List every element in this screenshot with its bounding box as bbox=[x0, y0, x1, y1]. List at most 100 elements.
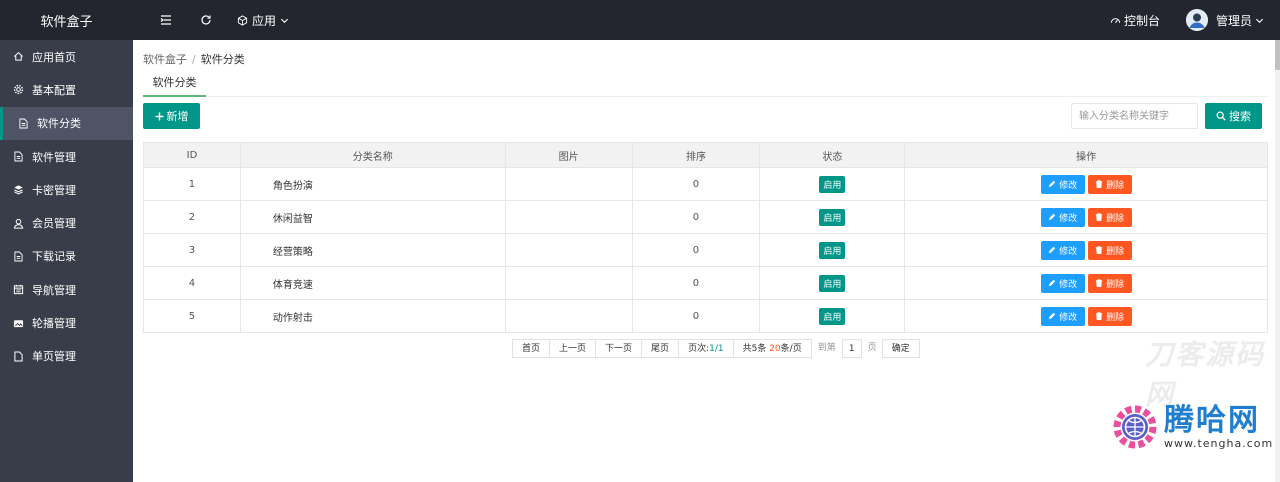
scrollbar-thumb[interactable] bbox=[1275, 40, 1280, 70]
column-header-id: ID bbox=[143, 142, 241, 168]
user-menu[interactable]: 管理员 bbox=[1216, 12, 1264, 29]
pencil-icon bbox=[1048, 312, 1056, 320]
status-badge[interactable]: 启用 bbox=[819, 307, 846, 325]
cell-actions: 修改 删除 bbox=[904, 266, 1268, 300]
sidebar-item-single-page[interactable]: 单页管理 bbox=[0, 340, 133, 373]
sidebar-item-label: 基本配置 bbox=[32, 83, 76, 97]
gear-globe-icon bbox=[1113, 405, 1157, 449]
cell-name: 体育竞速 bbox=[239, 266, 506, 300]
sidebar-item-config[interactable]: 基本配置 bbox=[0, 73, 133, 106]
edit-button[interactable]: 修改 bbox=[1040, 273, 1085, 293]
sidebar-item-navigation[interactable]: 导航管理 bbox=[0, 273, 133, 306]
sidebar-item-downloads[interactable]: 下载记录 bbox=[0, 240, 133, 273]
cell-status: 启用 bbox=[759, 299, 906, 333]
pager-next[interactable]: 下一页 bbox=[595, 339, 643, 358]
sidebar: 应用首页 基本配置 软件分类 软件管理 卡密管理 会员管理 下载记录 导航管理 … bbox=[0, 40, 133, 482]
pager-prev[interactable]: 上一页 bbox=[549, 339, 597, 358]
menu-toggle-icon[interactable] bbox=[159, 13, 173, 27]
search-input[interactable] bbox=[1071, 103, 1198, 129]
cell-sort: 0 bbox=[631, 167, 761, 201]
delete-button[interactable]: 删除 bbox=[1087, 174, 1132, 194]
table-row: 2 休闲益智 0 启用 修改 删除 bbox=[143, 200, 1268, 234]
trash-icon bbox=[1095, 312, 1103, 320]
cell-image bbox=[504, 266, 633, 300]
watermark-url: www.tengha.com bbox=[1164, 436, 1274, 450]
search-button[interactable]: 搜索 bbox=[1205, 103, 1262, 129]
cell-id: 3 bbox=[143, 233, 241, 267]
pager-page-unit: 页 bbox=[861, 339, 883, 358]
delete-button-label: 删除 bbox=[1106, 312, 1125, 323]
pager-last[interactable]: 尾页 bbox=[641, 339, 680, 358]
avatar[interactable] bbox=[1185, 9, 1208, 31]
sidebar-item-label: 应用首页 bbox=[32, 50, 76, 64]
status-badge[interactable]: 启用 bbox=[819, 208, 846, 226]
refresh-icon[interactable] bbox=[199, 13, 213, 27]
sidebar-item-carousel[interactable]: 轮播管理 bbox=[0, 306, 133, 339]
delete-button[interactable]: 删除 bbox=[1087, 207, 1132, 227]
calendar-icon bbox=[13, 284, 24, 295]
console-label: 控制台 bbox=[1123, 13, 1160, 28]
edit-button-label: 修改 bbox=[1059, 213, 1078, 224]
pager-goto-input[interactable]: 1 bbox=[841, 339, 862, 358]
sidebar-item-label: 下载记录 bbox=[32, 250, 76, 264]
delete-button[interactable]: 删除 bbox=[1087, 306, 1132, 326]
edit-button[interactable]: 修改 bbox=[1040, 174, 1085, 194]
add-button[interactable]: 新增 bbox=[143, 103, 200, 129]
trash-icon bbox=[1095, 180, 1103, 188]
pencil-icon bbox=[1048, 180, 1056, 188]
cell-sort: 0 bbox=[631, 266, 761, 300]
edit-button-label: 修改 bbox=[1059, 180, 1078, 191]
console-link[interactable]: 控制台 bbox=[1110, 12, 1160, 29]
pager-first[interactable]: 首页 bbox=[512, 339, 551, 358]
cell-id: 2 bbox=[143, 200, 241, 234]
breadcrumb-current: 软件分类 bbox=[200, 53, 245, 66]
column-header-actions: 操作 bbox=[904, 142, 1268, 168]
sidebar-item-home[interactable]: 应用首页 bbox=[0, 40, 133, 73]
cell-status: 启用 bbox=[759, 200, 906, 234]
pencil-icon bbox=[1048, 279, 1056, 287]
pager-goto-label: 到第 bbox=[811, 339, 842, 358]
cell-id: 5 bbox=[143, 299, 241, 333]
status-badge[interactable]: 启用 bbox=[819, 175, 846, 193]
sidebar-item-software-category[interactable]: 软件分类 bbox=[0, 106, 133, 140]
tab-software-category[interactable]: 软件分类 bbox=[143, 69, 206, 97]
delete-button-label: 删除 bbox=[1106, 180, 1125, 191]
delete-button[interactable]: 删除 bbox=[1087, 240, 1132, 260]
pager-confirm-button[interactable]: 确定 bbox=[881, 339, 920, 358]
cell-sort: 0 bbox=[631, 233, 761, 267]
status-badge[interactable]: 启用 bbox=[819, 241, 846, 259]
sidebar-item-members[interactable]: 会员管理 bbox=[0, 206, 133, 239]
top-bar: 软件盒子 应用 控制台 管理员 bbox=[0, 0, 1280, 40]
edit-button-label: 修改 bbox=[1059, 246, 1078, 257]
edit-button[interactable]: 修改 bbox=[1040, 240, 1085, 260]
app-menu-label: 应用 bbox=[252, 13, 277, 28]
app-menu[interactable]: 应用 bbox=[237, 12, 289, 29]
image-icon bbox=[13, 318, 24, 329]
sidebar-item-software[interactable]: 软件管理 bbox=[0, 140, 133, 173]
table-row: 5 动作射击 0 启用 修改 删除 bbox=[143, 299, 1268, 333]
pager-page-value: 1/1 bbox=[709, 344, 724, 354]
table-row: 3 经营策略 0 启用 修改 删除 bbox=[143, 233, 1268, 267]
cell-status: 启用 bbox=[759, 266, 906, 300]
sidebar-item-label: 会员管理 bbox=[32, 217, 76, 231]
cell-name: 角色扮演 bbox=[239, 167, 506, 201]
sidebar-item-card-key[interactable]: 卡密管理 bbox=[0, 173, 133, 206]
layers-icon bbox=[13, 184, 24, 195]
user-name: 管理员 bbox=[1215, 13, 1252, 28]
vertical-scrollbar[interactable] bbox=[1275, 40, 1280, 482]
delete-button[interactable]: 删除 bbox=[1087, 273, 1132, 293]
cell-image bbox=[504, 167, 633, 201]
sidebar-item-label: 轮播管理 bbox=[32, 317, 76, 331]
app-brand[interactable]: 软件盒子 bbox=[0, 11, 133, 30]
table-row: 1 角色扮演 0 启用 修改 删除 bbox=[143, 167, 1268, 201]
chevron-down-icon bbox=[280, 18, 289, 23]
sidebar-item-label: 软件分类 bbox=[37, 117, 81, 131]
edit-button[interactable]: 修改 bbox=[1040, 207, 1085, 227]
pencil-icon bbox=[1048, 246, 1056, 254]
status-badge[interactable]: 启用 bbox=[819, 274, 846, 292]
edit-button[interactable]: 修改 bbox=[1040, 306, 1085, 326]
breadcrumb-root[interactable]: 软件盒子 bbox=[143, 53, 187, 66]
main-content: 软件盒子 / 软件分类 软件分类 新增 搜索 ID 分类名称 图片 排序 状态 操作 bbox=[133, 40, 1275, 482]
cell-name: 经营策略 bbox=[239, 233, 506, 267]
column-header-image: 图片 bbox=[504, 142, 633, 168]
